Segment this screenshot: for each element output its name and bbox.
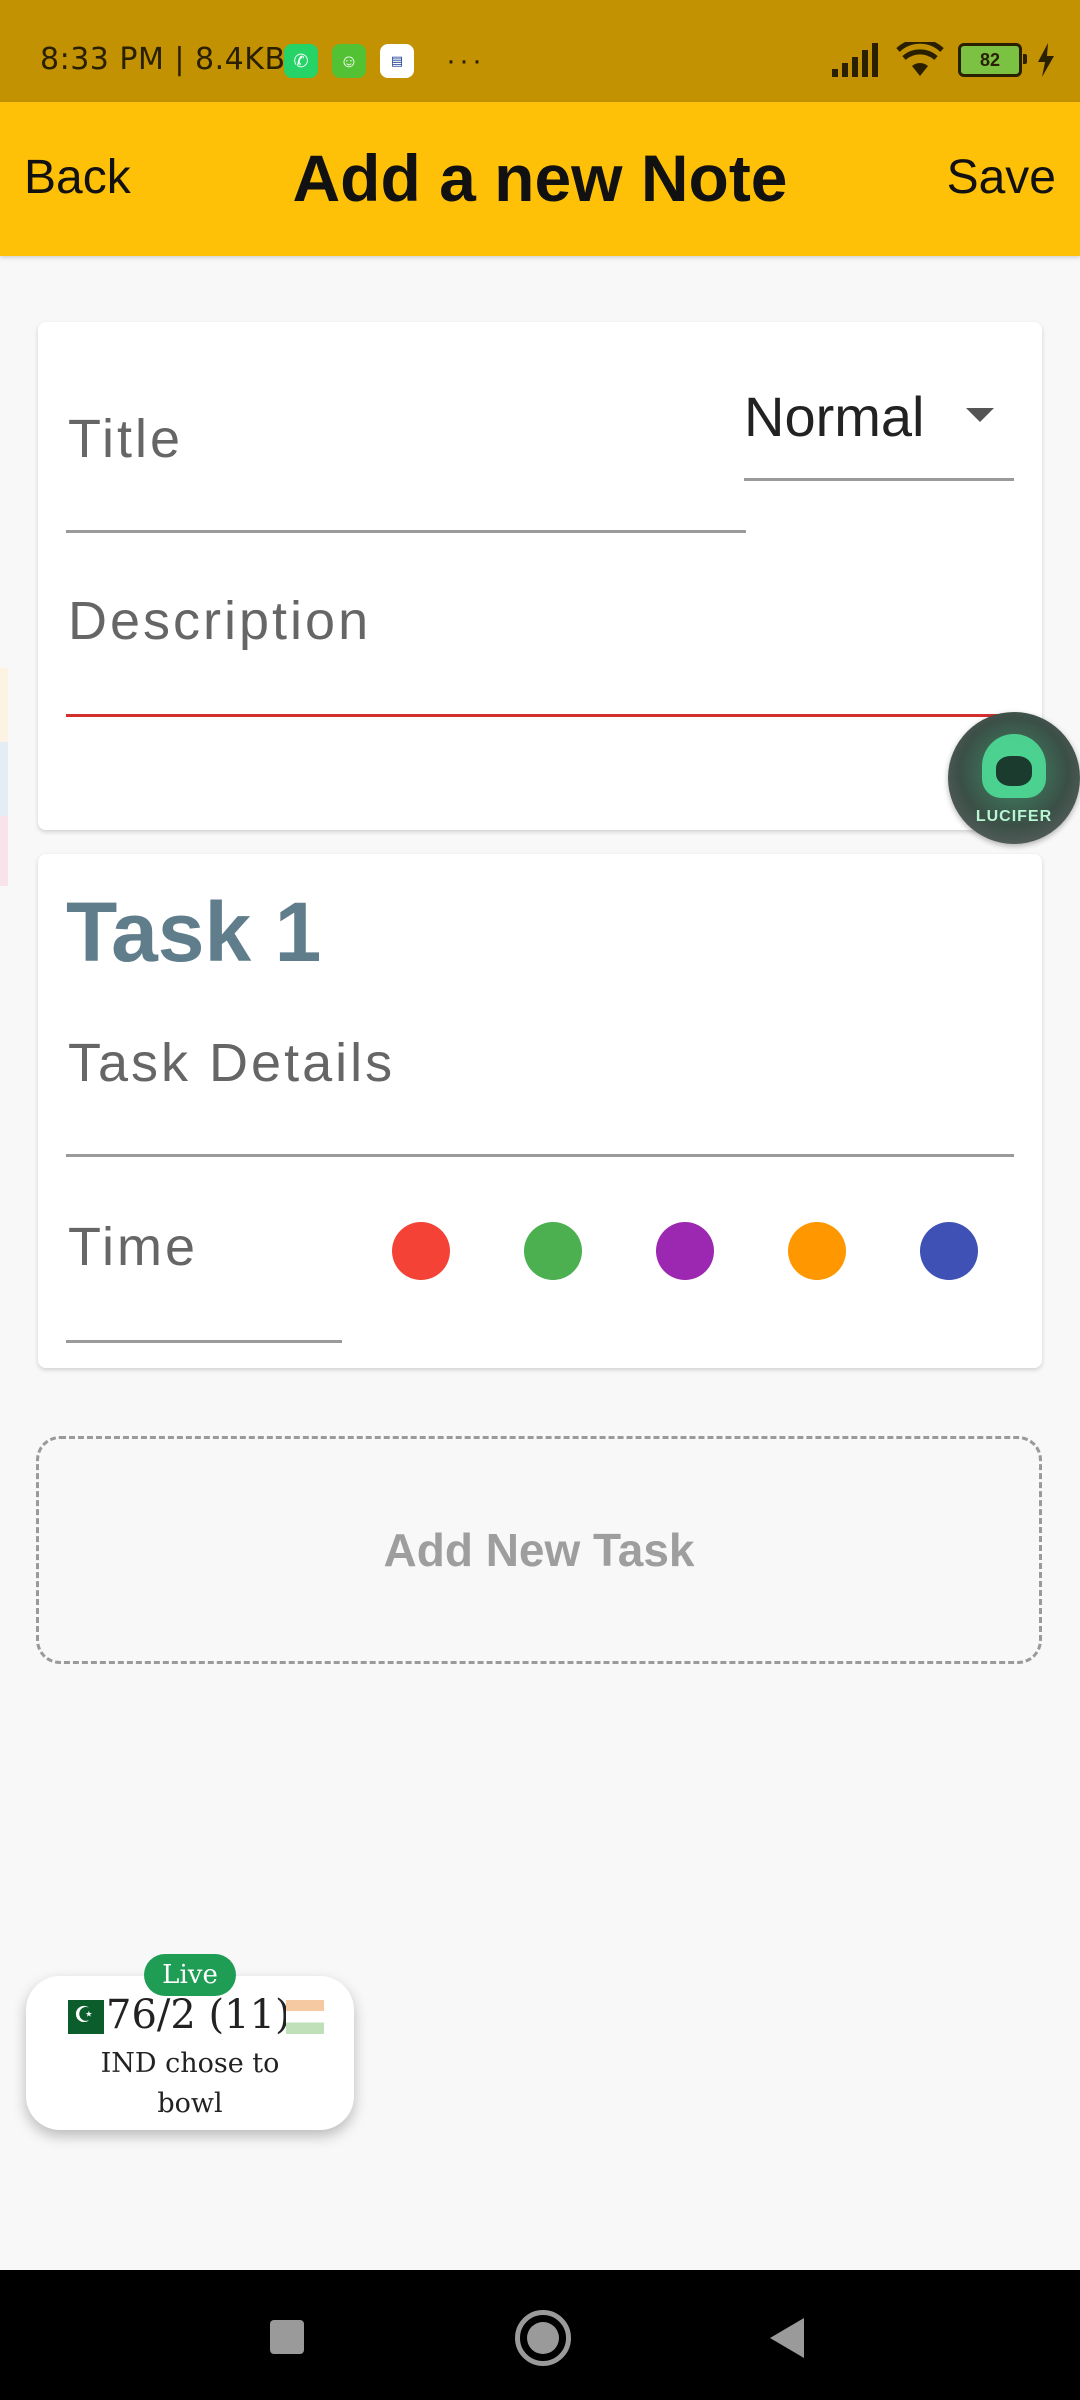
signal-icon [832,43,878,77]
color-option-purple[interactable] [656,1222,714,1280]
score-text: 76/2 (11) [106,1992,291,2038]
edge-decoration [0,742,8,816]
more-notifications-icon: ··· [446,44,485,77]
edge-decoration [0,668,8,742]
floating-avatar-bubble[interactable]: LUCIFER [948,712,1080,844]
news-icon: ▤ [380,44,414,78]
save-button[interactable]: Save [947,150,1056,205]
note-card: Title Normal Description [38,322,1042,830]
status-time: 8:33 PM | 8.4KB/s [40,42,313,77]
title-underline [66,530,746,533]
avatar-face [996,756,1032,786]
color-option-green[interactable] [524,1222,582,1280]
system-icons: 82 [830,42,1056,78]
battery-icon: 82 [958,43,1027,77]
avatar-name: LUCIFER [975,808,1053,825]
whatsapp-icon: ✆ [284,44,318,78]
app-bar: Back Add a new Note Save [0,102,1080,256]
add-new-task-label: Add New Task [383,1524,695,1576]
color-option-red[interactable] [392,1222,450,1280]
task-heading: Task 1 [66,885,322,979]
recents-button[interactable] [270,2320,304,2354]
task-details-input[interactable]: Task Details [68,1032,395,1094]
title-input[interactable]: Title [68,408,183,470]
status-bar: 8:33 PM | 8.4KB/s ✆ ☺ ▤ ··· 82 [0,0,1080,102]
system-nav-bar [0,2270,1080,2400]
charging-icon [1038,43,1054,77]
chevron-down-icon[interactable] [966,408,994,422]
color-option-orange[interactable] [788,1222,846,1280]
pakistan-flag-icon [60,2000,104,2034]
edge-decoration [0,816,8,886]
description-underline [66,714,1014,717]
priority-dropdown[interactable]: Normal [744,384,924,449]
task-details-underline [66,1154,1014,1157]
score-subtitle: IND chose to bowl [100,2048,280,2119]
live-score-widget[interactable]: 76/2 (11) IND chose to bowl [26,1976,354,2130]
color-option-blue[interactable] [920,1222,978,1280]
time-input[interactable]: Time [68,1216,198,1278]
live-badge: Live [144,1954,236,1996]
description-input[interactable]: Description [68,590,371,652]
home-button[interactable] [515,2310,571,2366]
back-nav-button[interactable] [770,2318,804,2358]
page-title: Add a new Note [292,141,788,215]
task-card: Task 1 Task Details Time [38,854,1042,1368]
time-underline [66,1340,342,1343]
messenger-icon: ☺ [332,44,366,78]
india-flag-icon [286,2000,324,2034]
wifi-icon [896,42,944,76]
dropdown-underline [744,478,1014,481]
notification-icons: ✆ ☺ ▤ [284,44,414,78]
add-new-task-button[interactable]: Add New Task [36,1436,1042,1664]
